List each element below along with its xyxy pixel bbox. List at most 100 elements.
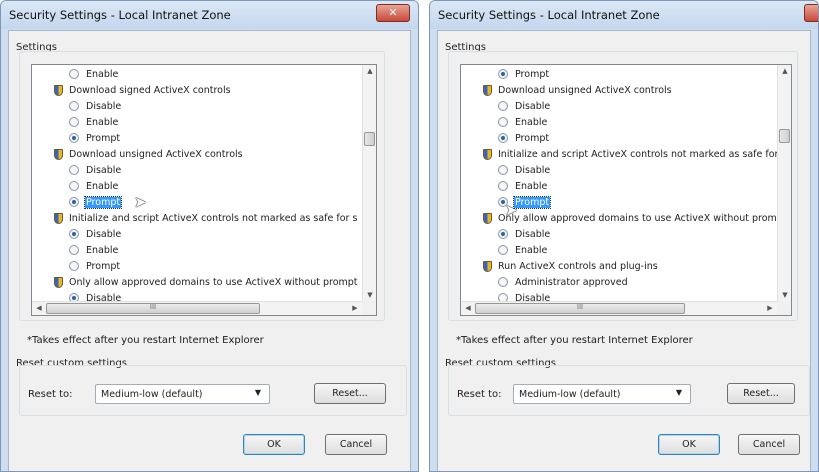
ok-button[interactable]: OK xyxy=(658,434,720,455)
radio-unchecked-icon[interactable] xyxy=(498,277,508,287)
setting-category[interactable]: Download signed ActiveX controls xyxy=(32,82,362,98)
cancel-button[interactable]: Cancel xyxy=(325,434,387,455)
horizontal-scroll-thumb[interactable]: III xyxy=(46,303,260,314)
setting-category[interactable]: Initialize and script ActiveX controls n… xyxy=(461,146,777,162)
vertical-scrollbar[interactable]: ▲ ▼ xyxy=(777,65,791,301)
setting-option[interactable]: Disable xyxy=(461,226,777,242)
setting-option-label: Prompt xyxy=(512,195,552,209)
horizontal-scrollbar[interactable]: ◀ III ▶ xyxy=(461,301,777,315)
security-shield-icon xyxy=(483,148,492,160)
setting-option-label: Enable xyxy=(515,180,548,192)
setting-option[interactable]: Disable xyxy=(32,98,362,114)
radio-unchecked-icon[interactable] xyxy=(69,181,79,191)
setting-option-label: Administrator approved xyxy=(515,276,628,288)
scroll-down-icon[interactable]: ▼ xyxy=(363,291,376,299)
setting-category-label: Only allow approved domains to use Activ… xyxy=(69,276,358,288)
setting-option[interactable]: Prompt xyxy=(461,130,777,146)
close-button[interactable]: ✕ xyxy=(804,4,818,22)
setting-option[interactable]: Disable xyxy=(32,162,362,178)
radio-unchecked-icon[interactable] xyxy=(69,69,79,79)
reset-to-dropdown[interactable]: Medium-low (default) ▼ xyxy=(95,384,270,404)
scroll-right-icon[interactable]: ▶ xyxy=(763,304,777,312)
security-shield-icon xyxy=(54,148,63,160)
setting-category-label: Initialize and script ActiveX controls n… xyxy=(498,148,777,160)
reset-to-label: Reset to: xyxy=(457,389,502,400)
radio-checked-icon[interactable] xyxy=(69,133,79,143)
radio-unchecked-icon[interactable] xyxy=(69,117,79,127)
reset-to-dropdown[interactable]: Medium-low (default) ▼ xyxy=(513,384,691,404)
setting-category-label: Run ActiveX controls and plug-ins xyxy=(498,260,658,272)
setting-option-label: Disable xyxy=(515,228,551,240)
setting-option[interactable]: Enable xyxy=(32,114,362,130)
scroll-left-icon[interactable]: ◀ xyxy=(461,304,475,312)
setting-option[interactable]: Disable xyxy=(461,162,777,178)
setting-category[interactable]: Download unsigned ActiveX controls xyxy=(32,146,362,162)
setting-option[interactable]: Disable xyxy=(461,98,777,114)
setting-option[interactable]: Enable xyxy=(461,242,777,258)
vertical-scroll-thumb[interactable] xyxy=(364,132,375,146)
vertical-scroll-thumb[interactable] xyxy=(779,129,790,143)
radio-checked-icon[interactable] xyxy=(69,197,79,207)
cancel-button[interactable]: Cancel xyxy=(738,434,800,455)
setting-option[interactable]: Enable xyxy=(461,114,777,130)
setting-category[interactable]: Download unsigned ActiveX controls xyxy=(461,82,777,98)
setting-option-label: Enable xyxy=(515,116,548,128)
security-settings-dialog-right: Security Settings - Local Intranet Zone … xyxy=(429,0,819,472)
radio-checked-icon[interactable] xyxy=(498,133,508,143)
ok-button[interactable]: OK xyxy=(243,434,305,455)
settings-listbox[interactable]: Enable Download signed ActiveX controls Di… xyxy=(31,64,377,316)
scroll-down-icon[interactable]: ▼ xyxy=(778,291,791,299)
setting-option[interactable]: Prompt xyxy=(32,258,362,274)
setting-option-label: Enable xyxy=(86,180,119,192)
setting-category[interactable]: Initialize and script ActiveX controls n… xyxy=(32,210,362,226)
setting-category-label: Only allow approved domains to use Activ… xyxy=(498,212,777,224)
setting-option[interactable]: Prompt xyxy=(32,194,362,210)
scroll-left-icon[interactable]: ◀ xyxy=(32,304,46,312)
setting-option[interactable]: Disable xyxy=(32,226,362,242)
horizontal-scroll-thumb[interactable]: III xyxy=(475,303,685,314)
reset-button[interactable]: Reset... xyxy=(727,383,795,404)
radio-unchecked-icon[interactable] xyxy=(69,165,79,175)
radio-unchecked-icon[interactable] xyxy=(498,101,508,111)
radio-checked-icon[interactable] xyxy=(498,69,508,79)
horizontal-scrollbar[interactable]: ◀ III ▶ xyxy=(32,301,362,315)
setting-option[interactable]: Enable xyxy=(461,178,777,194)
setting-category[interactable]: Run ActiveX controls and plug-ins xyxy=(461,258,777,274)
security-shield-icon xyxy=(54,84,63,96)
setting-option[interactable]: Enable xyxy=(32,242,362,258)
radio-checked-icon[interactable] xyxy=(498,229,508,239)
setting-option-label: Disable xyxy=(515,164,551,176)
reset-button[interactable]: Reset... xyxy=(314,383,386,404)
scroll-up-icon[interactable]: ▲ xyxy=(778,67,791,75)
dialog-title: Security Settings - Local Intranet Zone xyxy=(438,8,660,22)
scrollbar-corner xyxy=(362,301,376,315)
scroll-up-icon[interactable]: ▲ xyxy=(363,67,376,75)
setting-option[interactable]: Enable xyxy=(32,66,362,82)
setting-category[interactable]: Only allow approved domains to use Activ… xyxy=(32,274,362,290)
close-button[interactable]: ✕ xyxy=(376,4,410,22)
radio-unchecked-icon[interactable] xyxy=(498,245,508,255)
scroll-right-icon[interactable]: ▶ xyxy=(348,304,362,312)
title-bar[interactable]: Security Settings - Local Intranet Zone … xyxy=(430,1,818,29)
settings-group: Prompt Download unsigned ActiveX controls… xyxy=(448,51,798,321)
setting-category-label: Download signed ActiveX controls xyxy=(69,84,231,96)
setting-option-label: Prompt xyxy=(515,68,550,80)
radio-unchecked-icon[interactable] xyxy=(69,261,79,271)
radio-unchecked-icon[interactable] xyxy=(498,165,508,175)
vertical-scrollbar[interactable]: ▲ ▼ xyxy=(362,65,376,301)
radio-unchecked-icon[interactable] xyxy=(69,245,79,255)
radio-unchecked-icon[interactable] xyxy=(498,117,508,127)
settings-listbox[interactable]: Prompt Download unsigned ActiveX controls… xyxy=(460,64,792,316)
setting-category-label: Download unsigned ActiveX controls xyxy=(69,148,243,160)
radio-unchecked-icon[interactable] xyxy=(69,101,79,111)
setting-option[interactable]: Prompt xyxy=(461,66,777,82)
setting-option[interactable]: Prompt xyxy=(32,130,362,146)
title-bar[interactable]: Security Settings - Local Intranet Zone … xyxy=(1,1,418,29)
radio-checked-icon[interactable] xyxy=(69,229,79,239)
setting-option[interactable]: Administrator approved xyxy=(461,274,777,290)
settings-group: Enable Download signed ActiveX controls Di… xyxy=(19,51,385,321)
reset-to-label: Reset to: xyxy=(28,389,73,400)
radio-unchecked-icon[interactable] xyxy=(498,181,508,191)
setting-option[interactable]: Enable xyxy=(32,178,362,194)
dialog-title: Security Settings - Local Intranet Zone xyxy=(9,8,231,22)
